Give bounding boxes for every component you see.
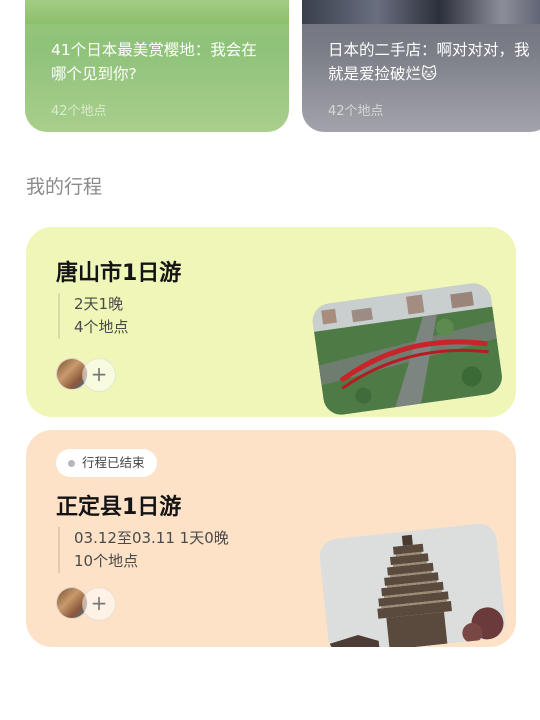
collection-place-count: 42个地点 [328, 104, 384, 119]
collection-title: 日本的二手店：啊对对对，我就是爱捡破烂🐱 [328, 41, 530, 83]
add-member-button[interactable]: + [82, 358, 116, 392]
add-member-button[interactable]: + [82, 587, 116, 621]
trip-meta: 03.12至03.11 1天0晚 10个地点 [58, 527, 229, 573]
collection-cover-image [302, 0, 540, 24]
trip-place-count: 4个地点 [74, 318, 129, 336]
trip-members: + [56, 587, 126, 621]
status-badge: 行程已结束 [56, 449, 157, 477]
city-aerial-image [310, 281, 505, 417]
trip-card-tangshan[interactable]: 唐山市1日游 2天1晚 4个地点 + [26, 227, 516, 417]
collection-card-sakura[interactable]: 41个日本最美赏樱地：我会在哪个见到你? 42个地点 [25, 0, 289, 132]
trip-members: + [56, 358, 126, 392]
trip-place-count: 10个地点 [74, 552, 139, 570]
section-title-my-trips: 我的行程 [26, 176, 103, 198]
collection-card-secondhand[interactable]: 日本的二手店：啊对对对，我就是爱捡破烂🐱 42个地点 [302, 0, 540, 132]
trip-duration: 03.12至03.11 1天0晚 [74, 529, 229, 547]
collection-title: 41个日本最美赏樱地：我会在哪个见到你? [51, 41, 257, 83]
status-dot-icon [68, 460, 75, 467]
pagoda-image [317, 522, 508, 647]
trip-title: 正定县1日游 [56, 495, 182, 520]
trip-duration: 2天1晚 [74, 295, 124, 313]
status-label: 行程已结束 [82, 455, 145, 470]
trip-cover-photo [310, 281, 505, 417]
collection-place-count: 42个地点 [51, 104, 107, 119]
trip-title: 唐山市1日游 [56, 261, 182, 286]
collection-cover-image [25, 0, 289, 24]
trip-card-zhengding[interactable]: 行程已结束 正定县1日游 03.12至03.11 1天0晚 10个地点 + [26, 430, 516, 647]
trip-cover-photo [317, 522, 508, 647]
trip-meta: 2天1晚 4个地点 [58, 293, 129, 339]
